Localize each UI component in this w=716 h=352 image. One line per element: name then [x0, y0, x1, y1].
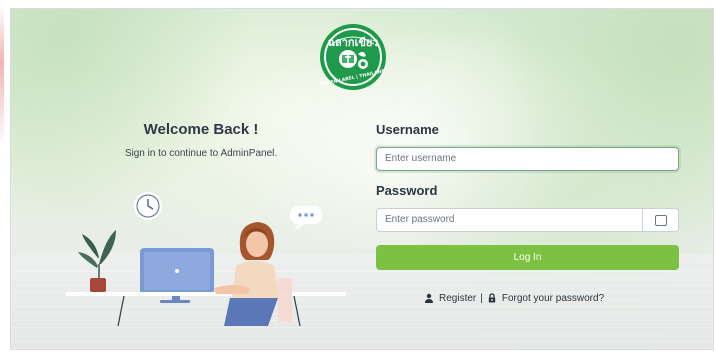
lock-icon — [488, 293, 496, 303]
green-label-logo: ฉลากเขียว GREEN LABEL | THAILAND — [320, 24, 386, 90]
user-icon — [425, 293, 433, 303]
password-input[interactable]: Enter password — [376, 208, 643, 232]
password-visibility-toggle[interactable] — [643, 208, 679, 232]
workspace-illustration — [66, 192, 346, 327]
chat-bubble-icon — [290, 206, 322, 231]
password-label: Password — [376, 183, 438, 198]
register-link[interactable]: Register — [439, 293, 476, 304]
link-separator: | — [480, 292, 483, 304]
auth-links: Register | Forgot your password? — [424, 291, 604, 305]
person-illustration — [214, 222, 292, 326]
username-input[interactable]: Enter username — [376, 147, 679, 171]
plant-illustration — [78, 230, 116, 292]
welcome-subtitle: Sign in to continue to AdminPanel. — [124, 148, 278, 159]
eye-toggle-icon — [655, 215, 667, 226]
login-button[interactable]: Log In — [376, 245, 679, 270]
forgot-password-link[interactable]: Forgot your password? — [502, 293, 604, 304]
desk — [66, 292, 346, 296]
logo-thai-text: ฉลากเขียว — [328, 36, 379, 49]
page-frame: ฉลากเขียว GREEN LABEL | THAILAND Welcome… — [0, 0, 716, 352]
edge-accent — [0, 6, 4, 146]
clock-icon — [134, 192, 162, 220]
welcome-title: Welcome Back ! — [143, 121, 259, 138]
username-label: Username — [376, 122, 439, 137]
